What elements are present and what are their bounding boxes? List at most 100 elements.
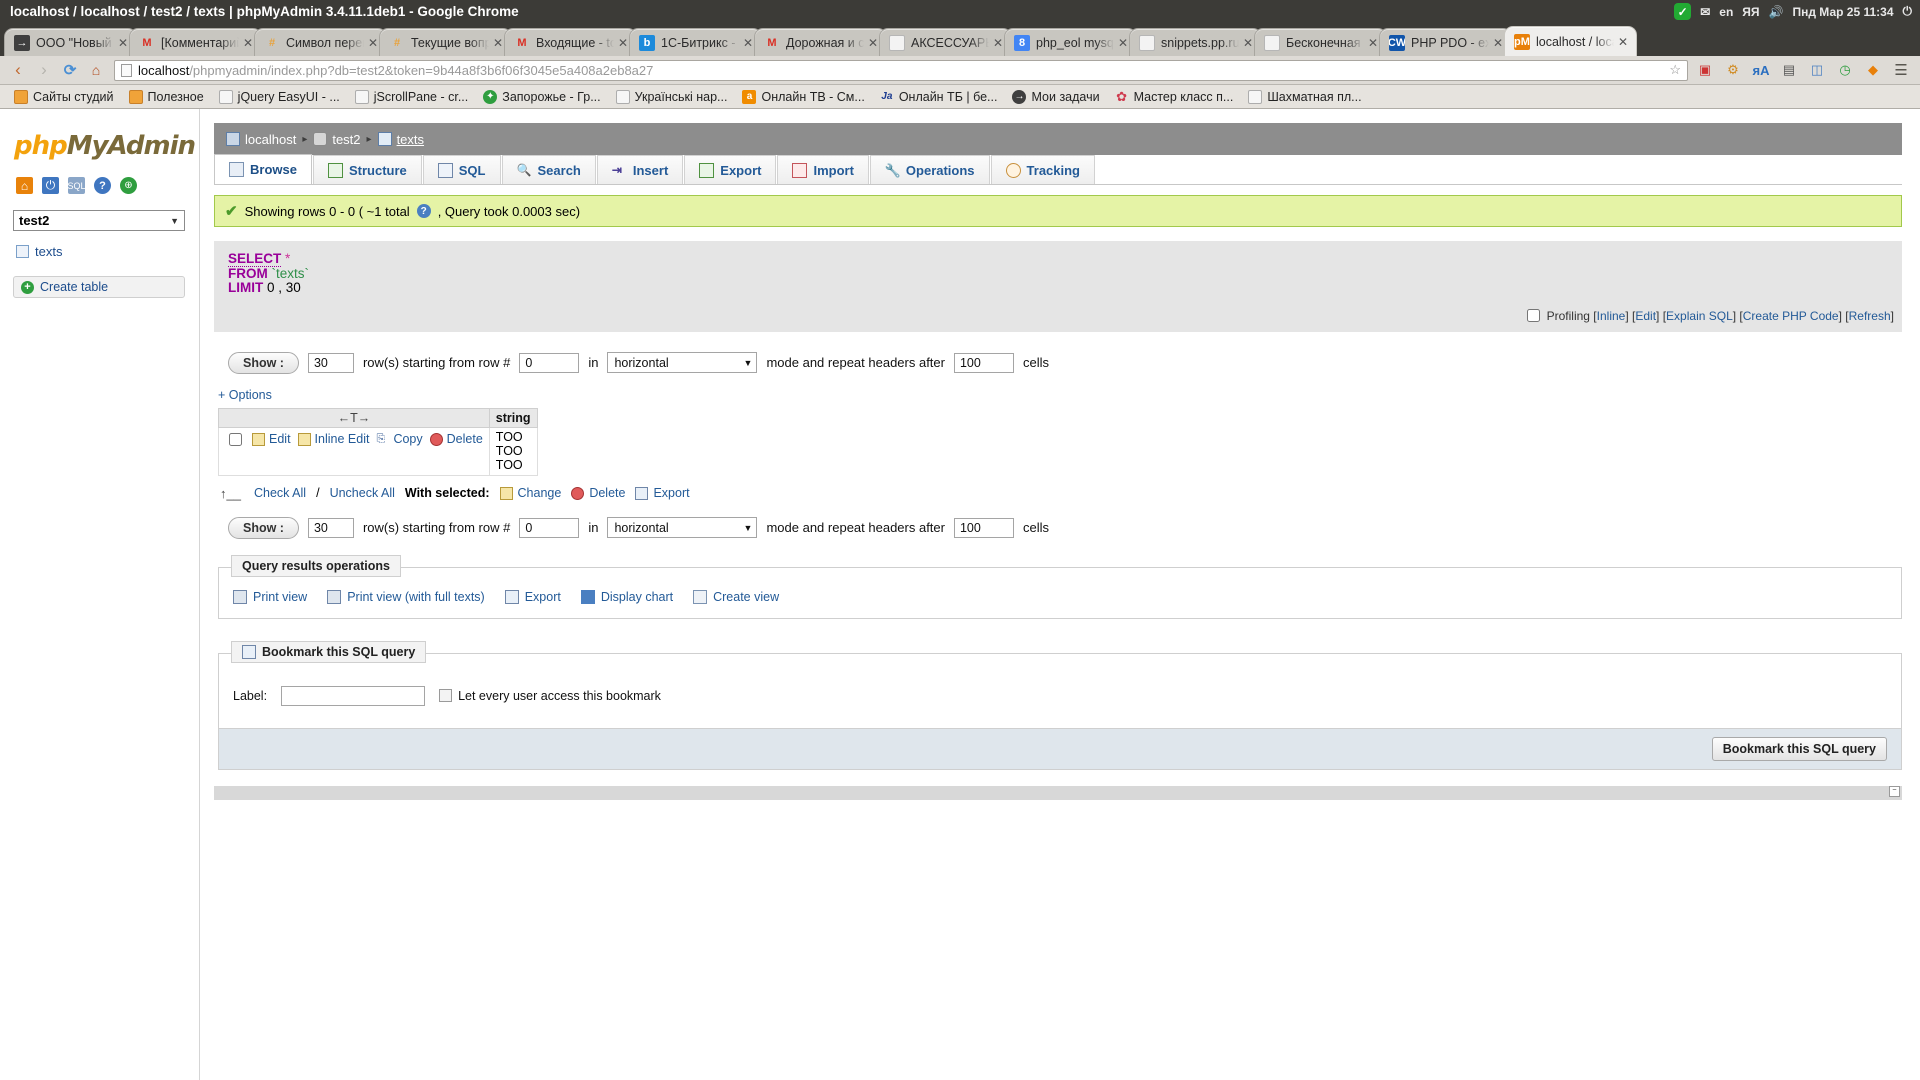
uncheck-all-link[interactable]: Uncheck All (330, 486, 395, 500)
tray-clock[interactable]: Пнд Мар 25 11:34 (1792, 5, 1893, 19)
browser-tab[interactable]: MДорожная и стр✕ (754, 28, 887, 56)
translate-icon[interactable]: яA (1750, 60, 1772, 80)
create-php-code-link[interactable]: Create PHP Code (1743, 309, 1839, 323)
close-icon[interactable]: ✕ (1618, 36, 1630, 48)
print-full-link[interactable]: Print view (with full texts) (327, 589, 485, 604)
help-icon[interactable]: ? (94, 177, 111, 194)
start-row-input-bottom[interactable]: 0 (519, 517, 580, 538)
browser-tab[interactable]: M [Комментарий] ✕ (129, 28, 262, 56)
chrome-menu-button[interactable]: ☰ (1890, 60, 1912, 80)
browser-tab[interactable]: pM localhost / localh ✕ (1504, 26, 1637, 56)
bookmark-item[interactable]: ✦ Запорожье - Гр... (477, 88, 606, 106)
browser-tab[interactable]: →ООО "Новый те✕ (4, 28, 137, 56)
bookmark-public-checkbox[interactable] (439, 689, 453, 703)
breadcrumb-item-localhost[interactable]: localhost (226, 132, 296, 147)
language-icon[interactable]: ⊕ (120, 177, 137, 194)
reload-button[interactable]: ⟳ (60, 60, 80, 80)
show-button-bottom[interactable]: Show : (228, 516, 299, 539)
row-select-checkbox[interactable] (229, 432, 242, 446)
bookmark-item[interactable]: → Мои задачи (1006, 88, 1105, 106)
inline-edit-row-link[interactable]: Inline Edit (297, 432, 369, 446)
back-button[interactable]: ‹ (8, 60, 28, 80)
table-row[interactable]: Edit Inline Edit ⎘ Copy Delete TOO TOO TO… (218, 426, 538, 476)
options-toggle-link[interactable]: + Options (218, 388, 1902, 402)
sort-direction-header[interactable]: ←T→ (218, 407, 490, 428)
browser-tabstrip[interactable]: →ООО "Новый те✕M[Комментарий]✕#Символ пе… (0, 23, 1920, 56)
display-mode-select-top[interactable]: horizontal ▼ (607, 352, 758, 374)
start-row-input-top[interactable]: 0 (519, 352, 580, 373)
tab-browse[interactable]: Browse (214, 154, 312, 184)
apps-icon[interactable]: ▤ (1778, 60, 1800, 80)
tray-keyboard-icon[interactable]: ЯЯ (1742, 5, 1759, 19)
bookmark-item[interactable]: Сайты студий (8, 88, 120, 106)
tab-sql[interactable]: SQL (422, 155, 501, 184)
resize-handle-icon[interactable]: ⁻ (1889, 785, 1900, 797)
edit-link[interactable]: Edit (1635, 309, 1656, 323)
sql-query-icon[interactable]: SQL (68, 177, 86, 194)
change-selected-link[interactable]: Change (499, 486, 561, 500)
show-button-top[interactable]: Show : (228, 351, 299, 374)
logout-icon[interactable]: ⏻ (42, 177, 59, 194)
create-table-button[interactable]: + Create table (13, 276, 185, 298)
bookmark-item[interactable]: jScrollPane - cr... (349, 88, 474, 106)
bookmark-item[interactable]: ✿ Мастер класс п... (1109, 88, 1240, 106)
window-icon[interactable]: ◫ (1806, 60, 1828, 80)
bookmark-submit-button[interactable]: Bookmark this SQL query (1711, 736, 1887, 761)
home-button[interactable]: ⌂ (86, 60, 106, 80)
bookmark-label-input[interactable] (281, 685, 426, 706)
browser-tab[interactable]: b1С-Битрикс - Уп✕ (629, 28, 762, 56)
browser-tab[interactable]: 8php_eol mysql -✕ (1004, 28, 1137, 56)
tray-volume-icon[interactable]: 🔊 (1769, 5, 1784, 19)
bookmark-star-icon[interactable]: ☆ (1669, 62, 1681, 78)
tab-operations[interactable]: 🔧 Operations (869, 155, 990, 184)
edit-row-link[interactable]: Edit (252, 432, 291, 446)
browser-tab[interactable]: MВходящие - toe✕ (504, 28, 637, 56)
forward-button[interactable]: › (34, 60, 54, 80)
display-mode-select-bottom[interactable]: horizontal ▼ (607, 517, 758, 539)
page-info-icon[interactable] (121, 63, 132, 77)
browser-tab[interactable]: Бесконечная пр✕ (1254, 28, 1387, 56)
check-all-link[interactable]: Check All (254, 486, 306, 500)
delete-selected-link[interactable]: Delete (571, 486, 625, 500)
address-bar[interactable]: localhost/phpmyadmin/index.php?db=test2&… (114, 59, 1688, 81)
bookmark-item[interactable]: Українські нар... (610, 88, 734, 106)
browser-tab[interactable]: snippets.pp.ru/a✕ (1129, 28, 1262, 56)
breadcrumb-item-test2[interactable]: test2 (313, 132, 361, 147)
tab-structure[interactable]: Structure (312, 155, 422, 184)
tray-power-icon[interactable]: ⏻ (1903, 4, 1913, 19)
repeat-headers-input-bottom[interactable]: 100 (953, 517, 1014, 538)
delete-row-link[interactable]: Delete (429, 432, 483, 446)
tab-export[interactable]: Export (684, 155, 777, 184)
tab-tracking[interactable]: Tracking (990, 155, 1095, 184)
explain-sql-link[interactable]: Explain SQL (1666, 309, 1733, 323)
bookmark-item[interactable]: a Онлайн ТВ - См... (736, 88, 870, 106)
pma-toolbar-icon[interactable]: ◆ (1862, 60, 1884, 80)
export-selected-link[interactable]: Export (635, 486, 690, 500)
profiling-checkbox[interactable] (1527, 308, 1541, 322)
browser-tab[interactable]: #Символ перево✕ (254, 28, 387, 56)
export-link[interactable]: Export (504, 589, 561, 604)
tray-envelope-icon[interactable]: ✉ (1700, 5, 1710, 19)
repeat-headers-input-top[interactable]: 100 (953, 352, 1014, 373)
bookmark-item[interactable]: jQuery EasyUI - ... (213, 88, 346, 106)
bookmarks-bar[interactable]: Сайты студий Полезное jQuery EasyUI - ... j… (0, 85, 1920, 109)
chart-link[interactable]: Display chart (580, 589, 673, 604)
inline-link[interactable]: Inline (1597, 309, 1626, 323)
home-icon[interactable]: ⌂ (16, 177, 33, 194)
gear-icon[interactable]: ⚙ (1722, 60, 1744, 80)
browser-tab[interactable]: АКСЕССУАРЫ ✕ (879, 28, 1012, 56)
copy-row-link[interactable]: ⎘ Copy (376, 432, 422, 446)
table-list-item-texts[interactable]: texts (0, 241, 199, 262)
browser-tab[interactable]: #Текущие вопро✕ (379, 28, 512, 56)
rows-count-input-top[interactable]: 30 (307, 352, 354, 373)
clock-icon[interactable]: ◷ (1834, 60, 1856, 80)
tray-language-indicator[interactable]: en (1719, 5, 1733, 19)
create-view-link[interactable]: Create view (693, 589, 779, 604)
pma-tab-bar[interactable]: Browse Structure SQL 🔍 Search ⇥ Insert Export Im… (214, 154, 1902, 185)
help-icon[interactable]: ? (416, 204, 431, 218)
database-select[interactable]: test2 ▼ (13, 210, 185, 231)
refresh-link[interactable]: Refresh (1849, 309, 1891, 323)
bookmark-item[interactable]: Ja Онлайн ТБ | бе... (874, 88, 1004, 106)
extension-badge-icon[interactable]: ▣ (1694, 60, 1716, 80)
browser-tab[interactable]: CWPHP PDO - exec✕ (1379, 28, 1512, 56)
